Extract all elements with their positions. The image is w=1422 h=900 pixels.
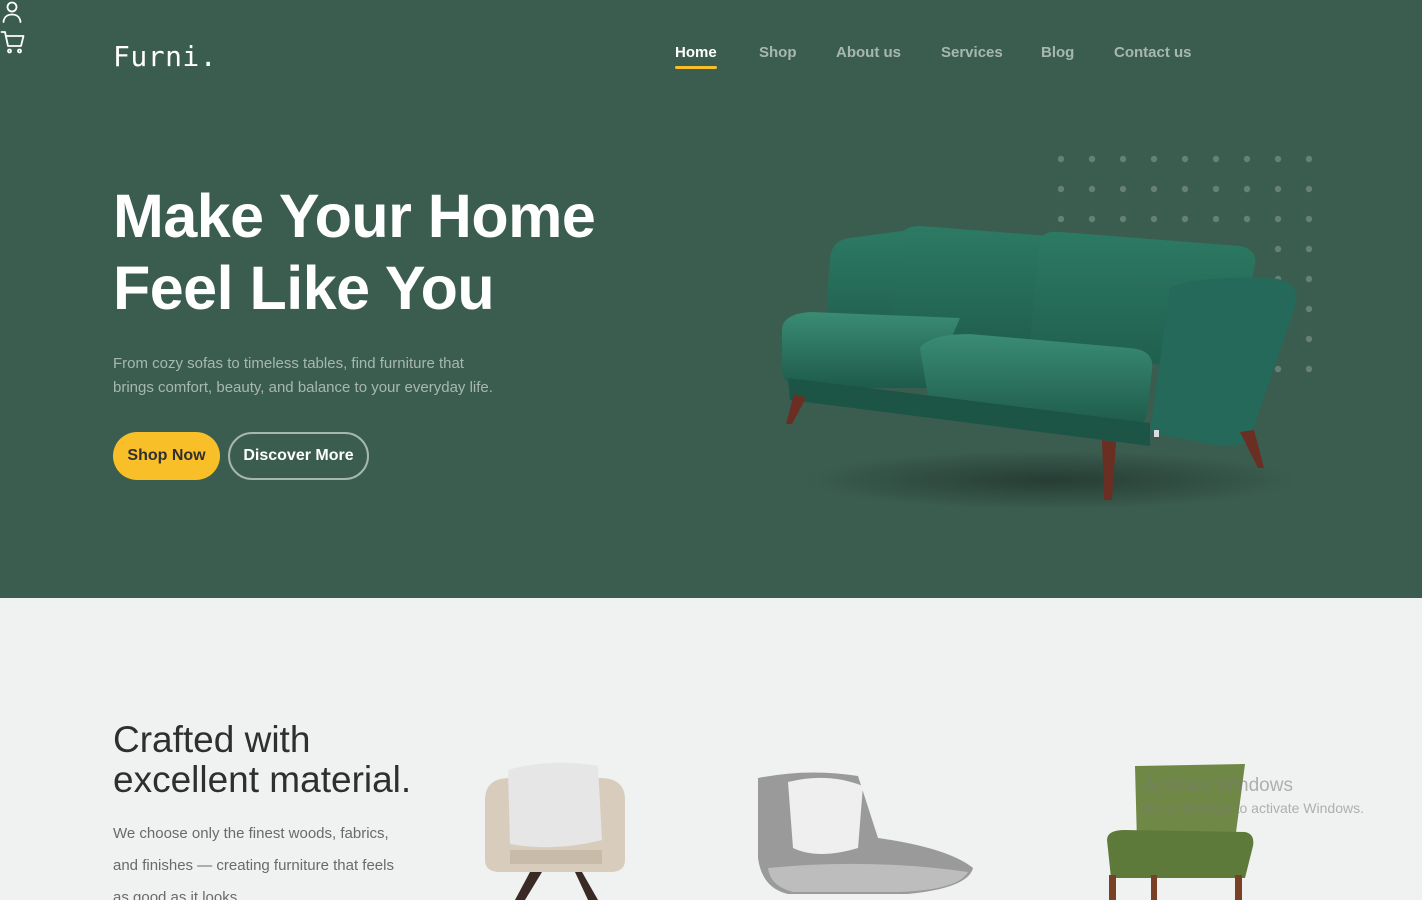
decorative-dot <box>1088 185 1096 193</box>
decorative-dot <box>1181 185 1189 193</box>
decorative-dot <box>1274 185 1282 193</box>
discover-more-button[interactable]: Discover More <box>228 432 369 480</box>
materials-heading-line1: Crafted with <box>113 719 311 760</box>
nav-item-contact-us[interactable]: Contact us <box>1114 42 1192 64</box>
decorative-dot <box>1119 185 1127 193</box>
hero-headline: Make Your Home Feel Like You <box>113 180 673 324</box>
decorative-dot <box>1305 185 1313 193</box>
decorative-dot <box>1243 185 1251 193</box>
decorative-dot <box>1305 155 1313 163</box>
user-icon[interactable] <box>0 0 1422 29</box>
decorative-dot <box>1150 185 1158 193</box>
watermark-title: Activate Windows <box>1143 775 1293 796</box>
grey-lounge-chair-image[interactable] <box>748 768 978 900</box>
watermark-subtitle: Go to Settings to activate Windows. <box>1143 800 1364 816</box>
beige-armchair-image[interactable] <box>470 760 640 900</box>
decorative-dot <box>1181 155 1189 163</box>
nav-item-blog[interactable]: Blog <box>1041 42 1074 64</box>
materials-heading: Crafted with excellent material. <box>113 720 411 800</box>
decorative-dot <box>1058 185 1065 193</box>
decorative-dot <box>1243 155 1251 163</box>
brand-logo[interactable]: Furni. <box>113 40 217 73</box>
nav-item-shop[interactable]: Shop <box>759 42 797 64</box>
windows-activation-watermark: Activate Windows Go to Settings to activ… <box>1143 775 1364 816</box>
materials-description: We choose only the finest woods, fabrics… <box>113 825 394 900</box>
decorative-dot <box>1088 155 1096 163</box>
materials-heading-line2: excellent material. <box>113 759 412 800</box>
hero-headline-line1: Make Your Home <box>113 182 596 250</box>
hero-description-line2: brings comfort, beauty, and balance to y… <box>113 379 493 396</box>
decorative-dot <box>1212 155 1220 163</box>
hero-description: From cozy sofas to timeless tables, find… <box>113 352 553 400</box>
hero-headline-line2: Feel Like You <box>113 254 495 322</box>
decorative-dot <box>1119 155 1127 163</box>
decorative-dot <box>1058 155 1065 163</box>
hero-description-line1: From cozy sofas to timeless tables, find… <box>113 355 464 372</box>
decorative-dot <box>1212 185 1220 193</box>
nav-item-home[interactable]: Home <box>675 42 717 69</box>
nav-item-about-us[interactable]: About us <box>836 42 901 64</box>
shop-now-button[interactable]: Shop Now <box>113 432 220 480</box>
green-sofa-image <box>781 226 1300 510</box>
decorative-dot <box>1150 155 1158 163</box>
decorative-dot <box>1274 155 1282 163</box>
hero-section: Furni. Home Shop About us Services Blog … <box>0 0 1422 598</box>
nav-item-services[interactable]: Services <box>941 42 1003 64</box>
